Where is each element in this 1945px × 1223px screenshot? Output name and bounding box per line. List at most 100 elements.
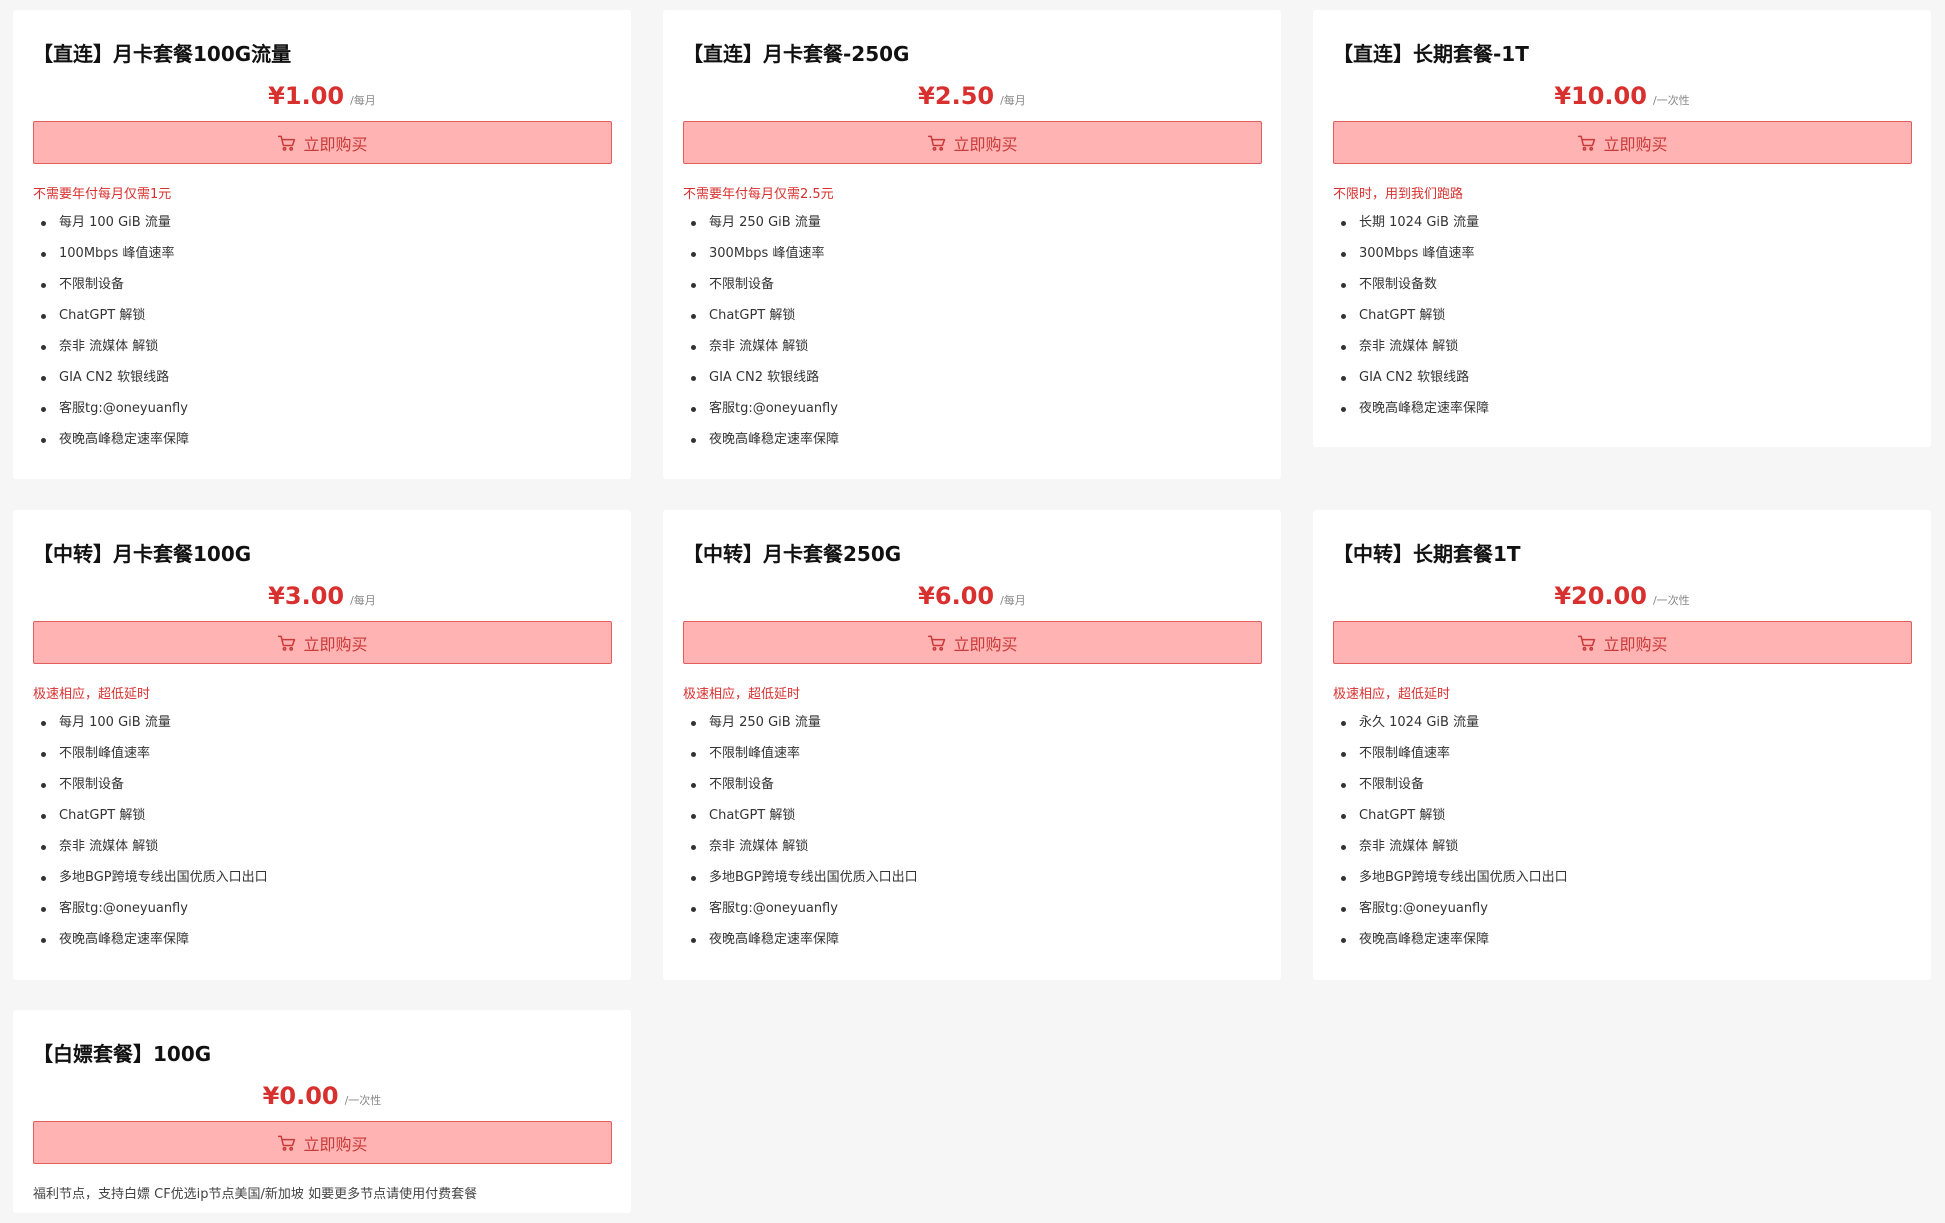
bullet-icon [691, 407, 696, 412]
plan-title: 【直连】月卡套餐-250G [683, 42, 910, 66]
plan-grid: 【直连】月卡套餐100G流量 ¥1.00/每月 立即购买 不需要年付每月仅需1元 每月 … [0, 0, 1945, 1223]
plan-title: 【中转】月卡套餐100G [33, 542, 252, 566]
feature-list: 每月 100 GiB 流量 不限制峰值速率 不限制设备 ChatGPT 解锁 奈非 流媒… [33, 714, 268, 962]
plan-price: ¥10.00 [1554, 82, 1647, 110]
feature-text: 不限制峰值速率 [1359, 746, 1451, 761]
bullet-icon [41, 938, 46, 943]
buy-now-button[interactable]: 立即购买 [33, 1121, 612, 1164]
feature-item: 夜晚高峰稳定速率保障 [683, 431, 839, 462]
buy-now-button[interactable]: 立即购买 [1333, 621, 1912, 664]
bullet-icon [691, 438, 696, 443]
feature-text: 100Mbps 峰值速率 [59, 246, 175, 261]
feature-list: 每月 250 GiB 流量 300Mbps 峰值速率 不限制设备 ChatGPT 解锁… [683, 214, 839, 462]
bullet-icon [691, 376, 696, 381]
feature-text: 永久 1024 GiB 流量 [1359, 715, 1480, 730]
plan-period: /一次性 [1652, 94, 1690, 107]
plan-card: 【中转】长期套餐1T ¥20.00/一次性 立即购买 极速相应，超低延时 永久 1024… [1313, 510, 1931, 980]
plan-note: 不需要年付每月仅需2.5元 [683, 187, 834, 202]
feature-item: 奈非 流媒体 解锁 [683, 338, 839, 369]
feature-text: 不限制设备 [59, 277, 125, 292]
bullet-icon [41, 845, 46, 850]
feature-text: ChatGPT 解锁 [1359, 308, 1446, 323]
bullet-icon [691, 938, 696, 943]
price-row: ¥6.00/每月 [663, 582, 1281, 610]
feature-item: 300Mbps 峰值速率 [1333, 245, 1489, 276]
feature-text: ChatGPT 解锁 [59, 308, 146, 323]
plan-note: 不需要年付每月仅需1元 [33, 187, 172, 202]
feature-text: 客服tg:@oneyuanfly [1359, 901, 1488, 916]
bullet-icon [41, 752, 46, 757]
bullet-icon [691, 752, 696, 757]
feature-item: 客服tg:@oneyuanfly [33, 400, 189, 431]
buy-now-label: 立即购买 [953, 636, 1018, 654]
feature-item: 不限制峰值速率 [683, 745, 918, 776]
feature-item: 奈非 流媒体 解锁 [1333, 338, 1489, 369]
feature-text: 每月 250 GiB 流量 [709, 215, 821, 230]
price-row: ¥0.00/一次性 [13, 1082, 631, 1110]
buy-now-button[interactable]: 立即购买 [683, 621, 1262, 664]
feature-item: ChatGPT 解锁 [33, 807, 268, 838]
buy-now-button[interactable]: 立即购买 [33, 621, 612, 664]
feature-item: 不限制设备 [1333, 776, 1568, 807]
feature-item: GIA CN2 软银线路 [683, 369, 839, 400]
feature-text: 客服tg:@oneyuanfly [709, 401, 838, 416]
plan-price: ¥0.00 [262, 1082, 339, 1110]
buy-now-label: 立即购买 [303, 136, 368, 154]
bullet-icon [1341, 814, 1346, 819]
bullet-icon [691, 814, 696, 819]
buy-now-button[interactable]: 立即购买 [683, 121, 1262, 164]
bullet-icon [41, 721, 46, 726]
feature-text: 300Mbps 峰值速率 [709, 246, 825, 261]
feature-item: 奈非 流媒体 解锁 [683, 838, 918, 869]
feature-text: GIA CN2 软银线路 [709, 370, 820, 385]
feature-item: 每月 100 GiB 流量 [33, 214, 189, 245]
feature-text: 奈非 流媒体 解锁 [59, 839, 159, 854]
feature-item: 多地BGP跨境专线出国优质入口出口 [33, 869, 268, 900]
buy-now-label: 立即购买 [1603, 136, 1668, 154]
feature-item: 不限制峰值速率 [33, 745, 268, 776]
feature-text: 不限制设备 [709, 777, 775, 792]
bullet-icon [1341, 252, 1346, 257]
plan-title: 【白嫖套餐】100G [33, 1042, 212, 1066]
bullet-icon [41, 314, 46, 319]
feature-item: 客服tg:@oneyuanfly [683, 400, 839, 431]
buy-now-button[interactable]: 立即购买 [33, 121, 612, 164]
feature-text: 不限制设备 [59, 777, 125, 792]
feature-item: 100Mbps 峰值速率 [33, 245, 189, 276]
feature-item: 300Mbps 峰值速率 [683, 245, 839, 276]
price-row: ¥3.00/每月 [13, 582, 631, 610]
feature-item: ChatGPT 解锁 [1333, 807, 1568, 838]
feature-text: 不限制设备 [709, 277, 775, 292]
plan-card: 【中转】月卡套餐100G ¥3.00/每月 立即购买 极速相应，超低延时 每月 100 … [13, 510, 631, 980]
feature-item: 不限制设备 [683, 776, 918, 807]
bullet-icon [1341, 345, 1346, 350]
feature-item: ChatGPT 解锁 [1333, 307, 1489, 338]
buy-now-button[interactable]: 立即购买 [1333, 121, 1912, 164]
bullet-icon [691, 252, 696, 257]
feature-item: 不限制设备 [33, 276, 189, 307]
feature-list: 永久 1024 GiB 流量 不限制峰值速率 不限制设备 ChatGPT 解锁 奈非 流… [1333, 714, 1568, 962]
feature-text: 奈非 流媒体 解锁 [1359, 339, 1459, 354]
price-row: ¥10.00/一次性 [1313, 82, 1931, 110]
feature-text: ChatGPT 解锁 [1359, 808, 1446, 823]
feature-text: ChatGPT 解锁 [709, 308, 796, 323]
feature-text: 不限制峰值速率 [709, 746, 801, 761]
bullet-icon [1341, 283, 1346, 288]
plan-price: ¥6.00 [918, 582, 995, 610]
plan-period: /每月 [350, 94, 376, 107]
feature-text: 多地BGP跨境专线出国优质入口出口 [59, 870, 268, 885]
plan-price: ¥1.00 [268, 82, 345, 110]
plan-card: 【直连】长期套餐-1T ¥10.00/一次性 立即购买 不限时，用到我们跑路 长期 10… [1313, 10, 1931, 447]
plan-title: 【中转】月卡套餐250G [683, 542, 902, 566]
plan-card: 【白嫖套餐】100G ¥0.00/一次性 立即购买 福利节点，支持白嫖 CF优选ip节… [13, 1010, 631, 1213]
feature-text: 客服tg:@oneyuanfly [709, 901, 838, 916]
cart-icon [277, 1133, 303, 1153]
feature-item: 不限制设备 [33, 776, 268, 807]
buy-now-label: 立即购买 [303, 1136, 368, 1154]
feature-item: ChatGPT 解锁 [33, 307, 189, 338]
plan-card: 【直连】月卡套餐100G流量 ¥1.00/每月 立即购买 不需要年付每月仅需1元 每月 … [13, 10, 631, 479]
bullet-icon [691, 314, 696, 319]
feature-item: 夜晚高峰稳定速率保障 [683, 931, 918, 962]
feature-item: 奈非 流媒体 解锁 [33, 838, 268, 869]
plan-note: 极速相应，超低延时 [33, 687, 151, 702]
